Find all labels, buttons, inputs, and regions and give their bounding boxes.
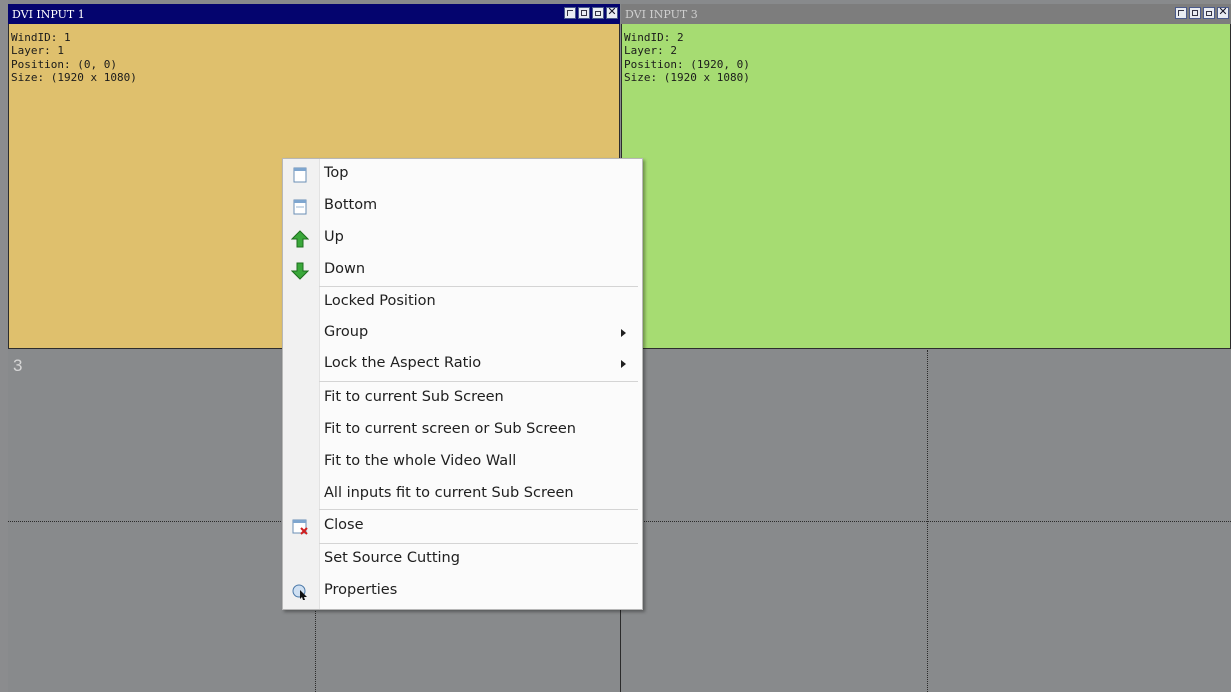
menu-item-label: Fit to the whole Video Wall: [324, 453, 517, 469]
menu-separator: [319, 381, 638, 382]
menu-item-fit-video-wall[interactable]: Fit to the whole Video Wall: [283, 448, 642, 478]
menu-item-all-inputs-fit[interactable]: All inputs fit to current Sub Screen: [283, 480, 642, 510]
window-title-bar[interactable]: DVI INPUT 1 ✕: [8, 4, 620, 24]
close-window-icon: [292, 519, 308, 535]
input-window-3[interactable]: DVI INPUT 3 ✕ WindID: 2 Layer: 2 Positio…: [621, 4, 1231, 349]
menu-item-top[interactable]: Top: [283, 160, 642, 190]
window-controls: ✕: [564, 5, 618, 19]
menu-separator: [319, 509, 638, 510]
menu-item-label: Set Source Cutting: [324, 550, 460, 566]
window-size: Size: (1920 x 1080): [11, 70, 137, 84]
bottom-layer-icon: [293, 199, 307, 215]
menu-item-close[interactable]: Close: [283, 512, 642, 542]
minimize-button[interactable]: [1189, 7, 1201, 19]
menu-item-label: Locked Position: [324, 293, 436, 309]
menu-item-label: Properties: [324, 582, 398, 598]
window-title: DVI INPUT 3: [625, 7, 698, 21]
window-controls: ✕: [1175, 5, 1229, 19]
window-layer: Layer: 1: [11, 44, 64, 58]
menu-item-label: Lock the Aspect Ratio: [324, 355, 482, 371]
window-id: WindID: 1: [11, 31, 71, 44]
menu-item-properties[interactable]: Properties: [283, 577, 642, 607]
properties-icon: [292, 584, 307, 600]
window-info: WindID: 1 Layer: 1 Position: (0, 0) Size…: [11, 31, 137, 84]
menu-item-bottom[interactable]: Bottom: [283, 192, 642, 222]
menu-item-label: Down: [324, 261, 366, 277]
menu-separator: [319, 286, 638, 287]
maximize-button[interactable]: [1203, 7, 1215, 19]
close-button[interactable]: ✕: [606, 5, 618, 19]
left-frame: [0, 0, 8, 692]
menu-item-label: Fit to current Sub Screen: [324, 389, 504, 405]
sub-screen-number: 3: [13, 356, 23, 375]
submenu-arrow-icon: [621, 360, 626, 368]
window-layer: Layer: 2: [624, 44, 677, 58]
menu-item-label: All inputs fit to current Sub Screen: [324, 485, 574, 501]
window-position: Position: (0, 0): [11, 57, 117, 71]
window-title-bar[interactable]: DVI INPUT 3 ✕: [621, 4, 1231, 24]
menu-item-label: Close: [324, 517, 364, 533]
submenu-arrow-icon: [621, 329, 626, 337]
window-info: WindID: 2 Layer: 2 Position: (1920, 0) S…: [624, 31, 750, 84]
video-wall-canvas[interactable]: 3 DVI INPUT 1 ✕ WindID: 1 Layer: 1 Posit…: [0, 0, 1231, 692]
menu-item-fit-sub-screen[interactable]: Fit to current Sub Screen: [283, 384, 642, 414]
up-arrow-icon: [291, 230, 309, 248]
window-id: WindID: 2: [624, 31, 684, 44]
context-menu: Top Bottom Up Down Locked Position Group…: [282, 158, 643, 610]
window-position: Position: (1920, 0): [624, 57, 750, 71]
minimize-button[interactable]: [578, 7, 590, 19]
restore-button[interactable]: [564, 7, 576, 19]
menu-item-lock-aspect-ratio[interactable]: Lock the Aspect Ratio: [283, 350, 642, 380]
restore-button[interactable]: [1175, 7, 1187, 19]
window-body[interactable]: WindID: 2 Layer: 2 Position: (1920, 0) S…: [621, 24, 1231, 349]
menu-item-label: Up: [324, 229, 344, 245]
window-title: DVI INPUT 1: [12, 7, 85, 21]
menu-item-locked-position[interactable]: Locked Position: [283, 288, 642, 318]
menu-item-set-source-cutting[interactable]: Set Source Cutting: [283, 545, 642, 575]
menu-item-down[interactable]: Down: [283, 256, 642, 286]
menu-separator: [319, 543, 638, 544]
menu-item-fit-screen-or-sub-screen[interactable]: Fit to current screen or Sub Screen: [283, 416, 642, 446]
menu-item-label: Fit to current screen or Sub Screen: [324, 421, 577, 437]
maximize-button[interactable]: [592, 7, 604, 19]
top-layer-icon: [293, 167, 307, 183]
menu-item-label: Group: [324, 324, 369, 340]
menu-item-up[interactable]: Up: [283, 224, 642, 254]
close-button[interactable]: ✕: [1217, 5, 1229, 19]
menu-item-label: Top: [324, 165, 349, 181]
down-arrow-icon: [291, 262, 309, 280]
close-icon: ✕: [1218, 5, 1228, 18]
menu-item-label: Bottom: [324, 197, 378, 213]
window-size: Size: (1920 x 1080): [624, 70, 750, 84]
close-icon: ✕: [607, 5, 617, 18]
menu-item-group[interactable]: Group: [283, 319, 642, 349]
